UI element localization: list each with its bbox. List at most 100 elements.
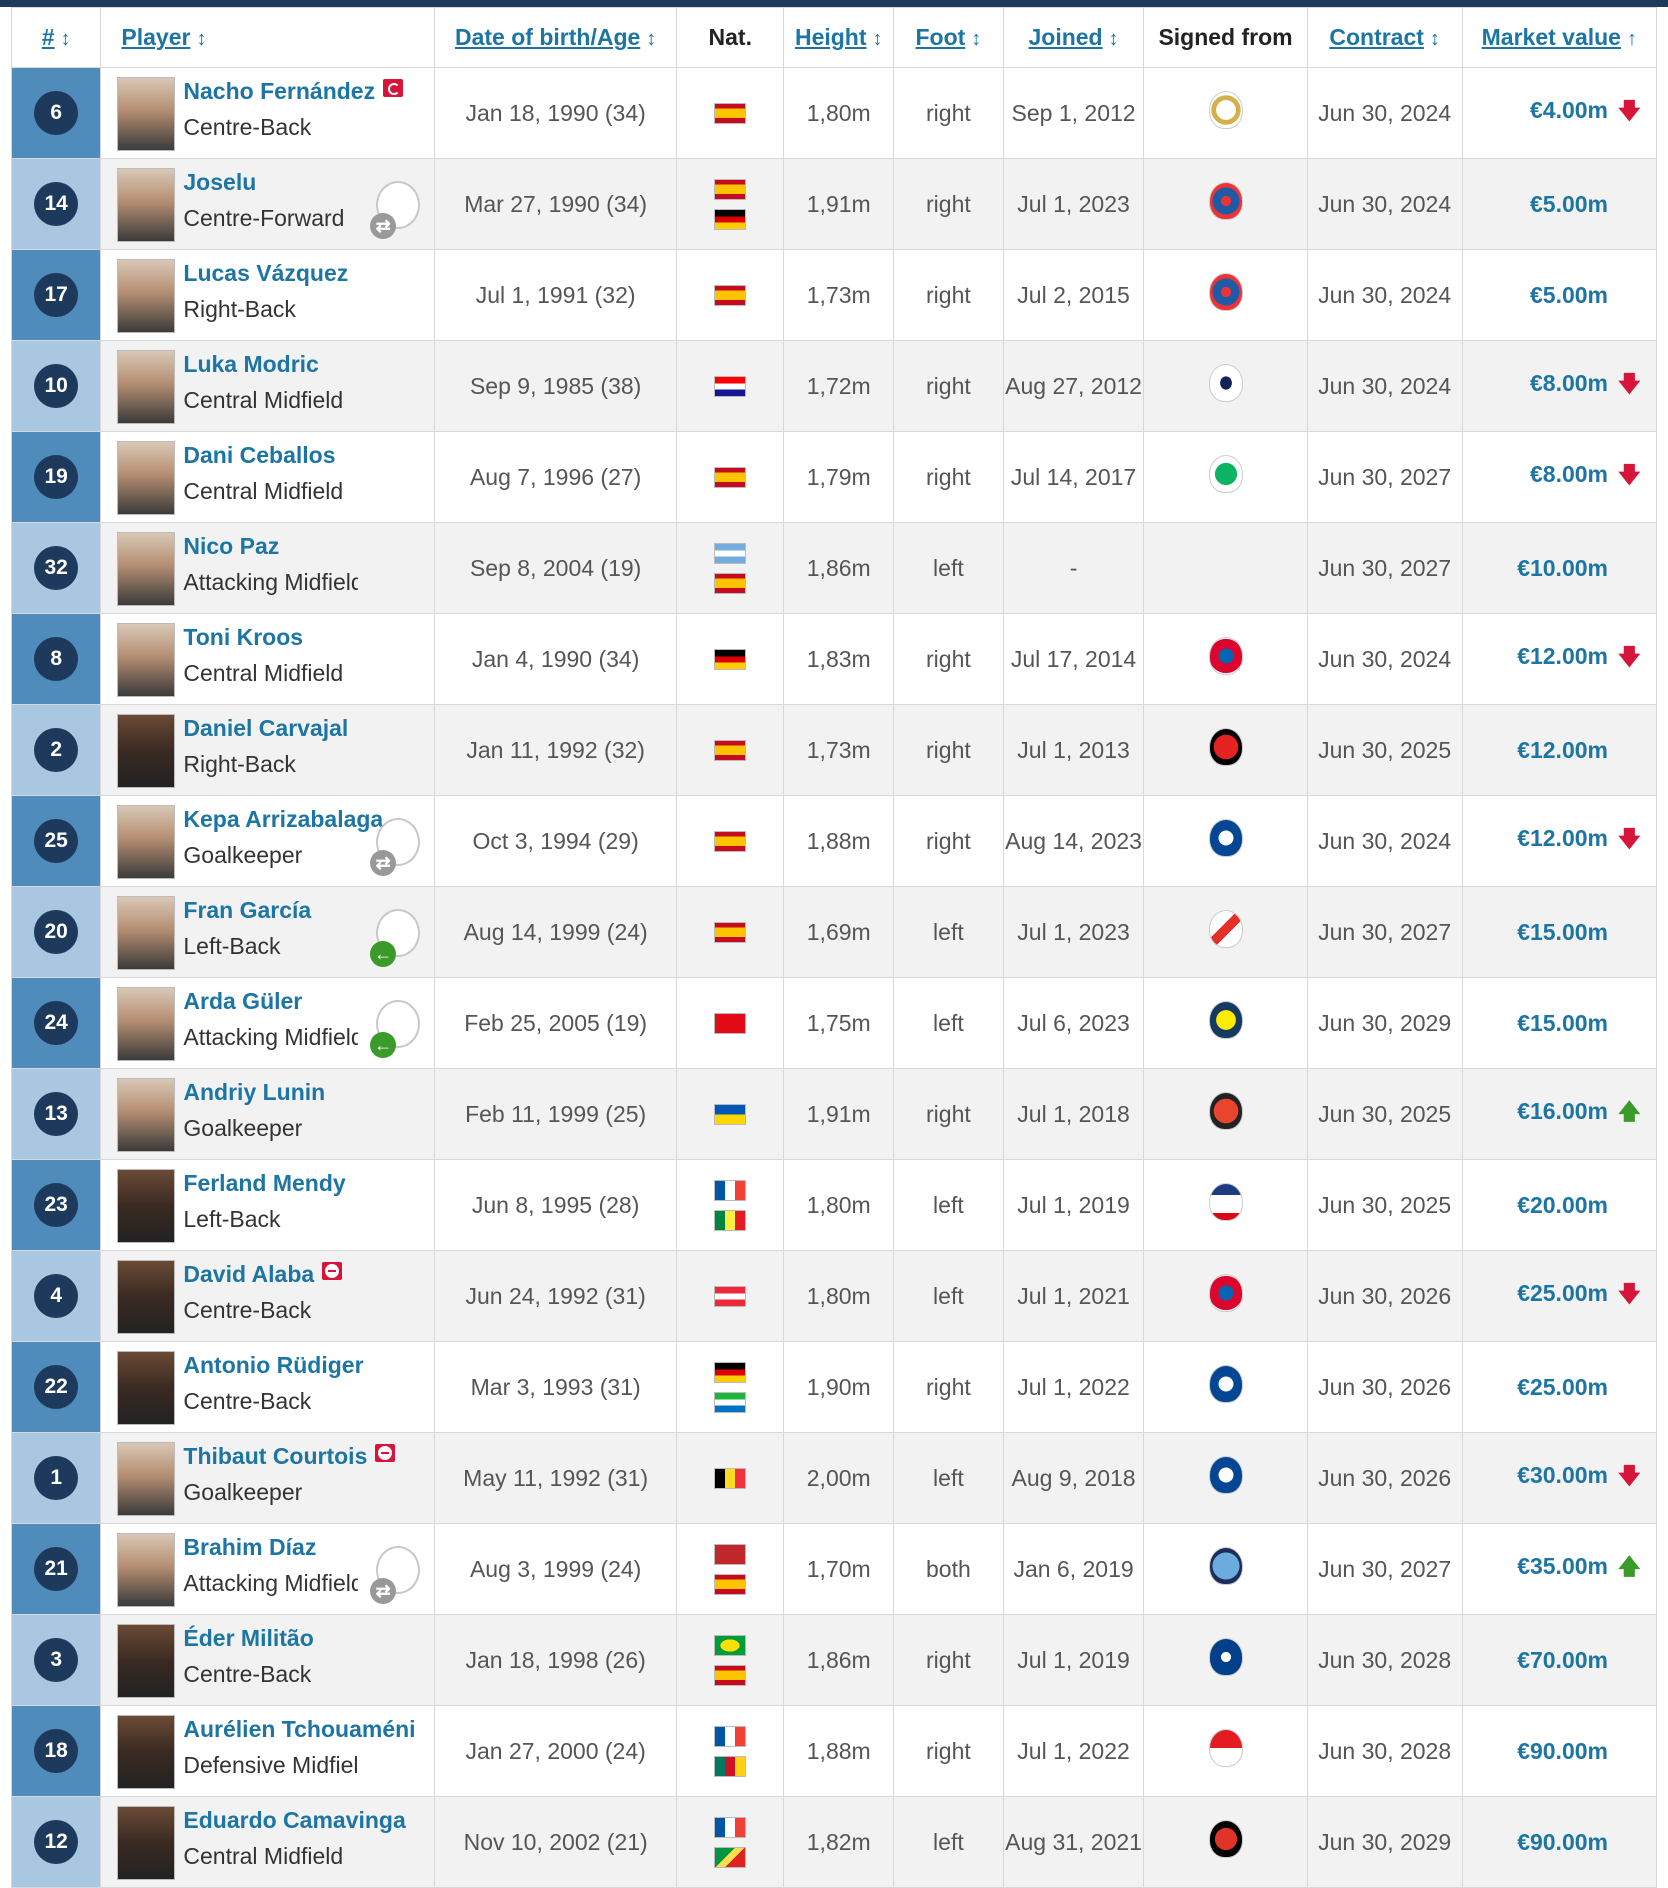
player-photo[interactable] [117, 1806, 176, 1880]
club-crest-stade-rennais-icon[interactable] [1208, 1820, 1243, 1858]
player-name-link[interactable]: Brahim Díaz [183, 1534, 316, 1561]
table-row[interactable]: 12 Eduardo Camavinga Central Midfield No… [10, 1796, 1658, 1888]
club-crest-chelsea-icon[interactable] [1208, 1456, 1243, 1494]
header-dob[interactable]: Date of birth/Age ↕ [434, 7, 678, 68]
player-name-link[interactable]: Aurélien Tchouaméni [183, 1716, 415, 1743]
player-name[interactable]: Thibaut Courtois [183, 1443, 367, 1469]
player-photo[interactable] [117, 350, 176, 424]
club-crest-as-monaco-icon[interactable] [1208, 1729, 1243, 1767]
market-value-link[interactable]: €10.00m [1517, 555, 1608, 581]
player-name-link[interactable]: Lucas Vázquez [183, 260, 348, 287]
club-crest-zorya-luhansk-icon[interactable] [1208, 1092, 1243, 1130]
sort-link-foot[interactable]: Foot [915, 24, 965, 50]
sort-asc-icon[interactable]: ↑ [1627, 28, 1637, 50]
player-name[interactable]: Ferland Mendy [183, 1170, 345, 1196]
club-crest-manchester-city-icon[interactable] [1208, 1547, 1243, 1585]
sort-link-dob[interactable]: Date of birth/Age [455, 24, 640, 50]
player-name-link[interactable]: Fran García [183, 897, 311, 924]
market-value-link[interactable]: €8.00m [1530, 370, 1608, 396]
player-photo[interactable] [117, 168, 176, 242]
club-crest-bayern-munich-icon[interactable] [1208, 637, 1243, 675]
table-row[interactable]: 17 Lucas Vázquez Right-Back Jul 1, 1991 … [10, 249, 1658, 341]
player-name[interactable]: Aurélien Tchouaméni [183, 1716, 415, 1742]
sort-link-market-value[interactable]: Market value [1482, 24, 1621, 50]
player-photo[interactable] [117, 805, 176, 879]
club-crest-fc-porto-icon[interactable] [1208, 1638, 1243, 1676]
player-photo[interactable] [117, 77, 176, 151]
player-name-link[interactable]: Andriy Lunin [183, 1079, 325, 1106]
table-row[interactable]: 18 Aurélien Tchouaméni Defensive Midfiel… [10, 1705, 1658, 1797]
club-crest-espanyol-icon[interactable] [1208, 182, 1243, 220]
table-row[interactable]: 13 Andriy Lunin Goalkeeper Feb 11, 1999 … [10, 1068, 1658, 1160]
player-photo[interactable] [117, 987, 176, 1061]
player-photo[interactable] [117, 714, 176, 788]
market-value-link[interactable]: €5.00m [1530, 191, 1608, 217]
player-name[interactable]: Joselu [183, 169, 256, 195]
table-row[interactable]: 14 Joselu Centre-Forward ⇄ Mar 27, 1990 … [10, 158, 1658, 250]
sort-icon[interactable]: ↕ [1109, 28, 1119, 50]
market-value-link[interactable]: €25.00m [1517, 1280, 1608, 1306]
header-foot[interactable]: Foot ↕ [893, 7, 1004, 68]
player-name[interactable]: Nico Paz [183, 533, 279, 559]
table-row[interactable]: 22 Antonio Rüdiger Centre-Back Mar 3, 19… [10, 1341, 1658, 1433]
club-crest-olympique-lyon-icon[interactable] [1208, 1183, 1243, 1221]
market-value-link[interactable]: €30.00m [1517, 1462, 1608, 1488]
market-value-link[interactable]: €15.00m [1517, 919, 1608, 945]
table-row[interactable]: 6 Nacho Fernández Centre-Back Jan 18, 19… [10, 67, 1658, 159]
table-row[interactable]: 23 Ferland Mendy Left-Back Jun 8, 1995 (… [10, 1159, 1658, 1251]
player-name-link[interactable]: Antonio Rüdiger [183, 1352, 363, 1379]
player-name-link[interactable]: Ferland Mendy [183, 1170, 345, 1197]
player-name[interactable]: Toni Kroos [183, 624, 303, 650]
player-name[interactable]: Dani Ceballos [183, 442, 335, 468]
club-crest-fenerbahce-icon[interactable] [1208, 1001, 1243, 1039]
player-photo[interactable] [117, 441, 176, 515]
table-row[interactable]: 2 Daniel Carvajal Right-Back Jan 11, 199… [10, 704, 1658, 796]
player-photo[interactable] [117, 1351, 176, 1425]
market-value-link[interactable]: €12.00m [1517, 643, 1608, 669]
sort-icon[interactable]: ↕ [646, 28, 656, 50]
table-row[interactable]: 3 Éder Militão Centre-Back Jan 18, 1998 … [10, 1614, 1658, 1706]
player-name-link[interactable]: Toni Kroos [183, 624, 303, 651]
market-value-link[interactable]: €16.00m [1517, 1098, 1608, 1124]
player-photo[interactable] [117, 623, 176, 697]
table-row[interactable]: 20 Fran García Left-Back ← Aug 14, 1999 … [10, 886, 1658, 978]
player-name[interactable]: Luka Modric [183, 351, 318, 377]
player-photo[interactable] [117, 1715, 176, 1789]
table-row[interactable]: 24 Arda Güler Attacking Midfield ← Feb 2… [10, 977, 1658, 1069]
sort-link-joined[interactable]: Joined [1028, 24, 1102, 50]
player-name-link[interactable]: Nacho Fernández [183, 78, 404, 105]
market-value-link[interactable]: €15.00m [1517, 1010, 1608, 1036]
table-row[interactable]: 25 Kepa Arrizabalaga Goalkeeper ⇄ Oct 3,… [10, 795, 1658, 887]
club-crest-tottenham-icon[interactable] [1208, 364, 1243, 402]
sort-link-num[interactable]: # [42, 24, 55, 50]
player-photo[interactable] [117, 1624, 176, 1698]
market-value-link[interactable]: €5.00m [1530, 282, 1608, 308]
player-name-link[interactable]: Kepa Arrizabalaga [183, 806, 383, 833]
player-name[interactable]: Brahim Díaz [183, 1534, 316, 1560]
table-row[interactable]: 8 Toni Kroos Central Midfield Jan 4, 199… [10, 613, 1658, 705]
player-photo[interactable] [117, 1260, 176, 1334]
header-contract[interactable]: Contract ↕ [1306, 7, 1463, 68]
player-photo[interactable] [117, 1078, 176, 1152]
player-name-link[interactable]: Luka Modric [183, 351, 318, 378]
table-row[interactable]: 21 Brahim Díaz Attacking Midfield ⇄ Aug … [10, 1523, 1658, 1615]
market-value-link[interactable]: €8.00m [1530, 461, 1608, 487]
market-value-link[interactable]: €25.00m [1517, 1374, 1608, 1400]
player-name-link[interactable]: David Alaba [183, 1261, 343, 1288]
header-num[interactable]: # ↕ [10, 7, 102, 68]
market-value-link[interactable]: €70.00m [1517, 1647, 1608, 1673]
player-name[interactable]: Éder Militão [183, 1625, 313, 1651]
header-player[interactable]: Player ↕ [100, 7, 436, 68]
player-name[interactable]: Antonio Rüdiger [183, 1352, 363, 1378]
market-value-link[interactable]: €90.00m [1517, 1829, 1608, 1855]
market-value-link[interactable]: €90.00m [1517, 1738, 1608, 1764]
player-photo[interactable] [117, 259, 176, 333]
market-value-link[interactable]: €12.00m [1517, 737, 1608, 763]
sort-icon[interactable]: ↕ [971, 28, 981, 50]
sort-link-height[interactable]: Height [795, 24, 867, 50]
player-photo[interactable] [117, 532, 176, 606]
player-photo[interactable] [117, 1169, 176, 1243]
header-height[interactable]: Height ↕ [783, 7, 895, 68]
club-crest-chelsea-icon[interactable] [1208, 1365, 1243, 1403]
player-name[interactable]: Eduardo Camavinga [183, 1807, 405, 1833]
